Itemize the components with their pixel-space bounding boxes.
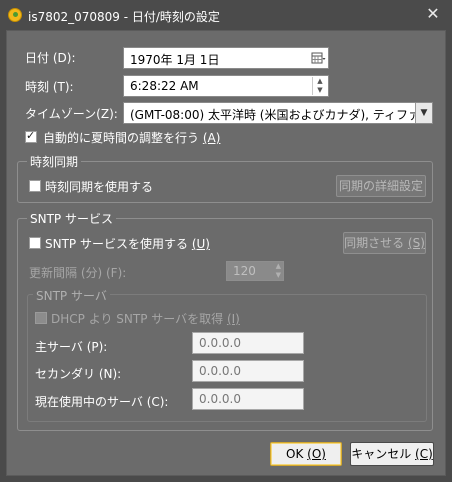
app-icon [8,8,22,22]
dhcp-checkbox[interactable] [35,312,47,324]
primary-server-label: 主サーバ (P): [35,340,108,354]
time-spinner[interactable]: ▲ ▼ [312,77,327,95]
interval-spin-icon[interactable]: ▲ ▼ [276,262,281,280]
close-icon[interactable]: ✕ [424,5,442,23]
dst-label[interactable]: 自動的に夏時間の調整を行う (A) [43,129,220,146]
time-field[interactable]: 6:28:22 AM ▲ ▼ [123,75,329,97]
interval-value: 120 [233,264,256,278]
current-server-label: 現在使用中のサーバ (C): [35,395,169,409]
spin-up-icon[interactable]: ▲ [313,77,327,86]
sync-details-button[interactable]: 同期の詳細設定 [336,175,426,197]
timezone-value: (GMT-08:00) 太平洋時 (米国およびカナダ), ティファナ [130,108,433,122]
timezone-label: タイムゾーン(Z): [25,107,118,121]
time-label: 時刻 (T): [25,80,74,94]
spin-down-icon[interactable]: ▼ [313,86,327,95]
time-value: 6:28:22 AM [130,79,199,93]
title-bar: is7802_070809 - 日付/時刻の設定 ✕ [0,0,452,30]
dhcp-label: DHCP より SNTP サーバを取得 (I) [51,312,240,326]
dst-checkbox[interactable] [25,129,37,143]
date-value: 1970年 1月 1日 [130,53,220,67]
secondary-server-field[interactable]: 0.0.0.0 [192,360,304,382]
cancel-button[interactable]: キャンセル (C) [350,442,434,466]
chevron-down-icon[interactable]: ▼ [415,103,432,123]
window-title: is7802_070809 - 日付/時刻の設定 [28,10,220,24]
secondary-server-label: セカンダリ (N): [35,367,122,381]
sntp-use-label[interactable]: SNTP サービスを使用する (U) [45,235,210,252]
dialog-body: 日付 (D): 1970年 1月 1日 時刻 (T): 6:28:22 AM ▲… [6,30,446,476]
sntp-server-title: SNTP サーバ [33,287,110,304]
sync-now-button[interactable]: 同期させる (S) [343,232,426,254]
interval-label: 更新間隔 (分) (F): [29,266,127,280]
date-label: 日付 (D): [25,51,76,65]
calendar-dropdown-icon[interactable] [310,50,326,66]
sntp-title: SNTP サービス [27,210,116,227]
current-server-field[interactable]: 0.0.0.0 [192,388,304,410]
date-picker[interactable]: 1970年 1月 1日 [123,47,329,69]
interval-spinner[interactable]: 120 ▲ ▼ [226,261,284,281]
time-sync-checkbox[interactable] [29,180,41,192]
time-sync-title: 時刻同期 [27,153,82,170]
primary-server-field[interactable]: 0.0.0.0 [192,332,304,354]
timezone-select[interactable]: (GMT-08:00) 太平洋時 (米国およびカナダ), ティファナ ▼ [123,102,433,124]
time-sync-label[interactable]: 時刻同期を使用する [45,178,153,195]
sntp-checkbox[interactable] [29,237,41,249]
ok-button[interactable]: OK (O) [270,442,342,466]
